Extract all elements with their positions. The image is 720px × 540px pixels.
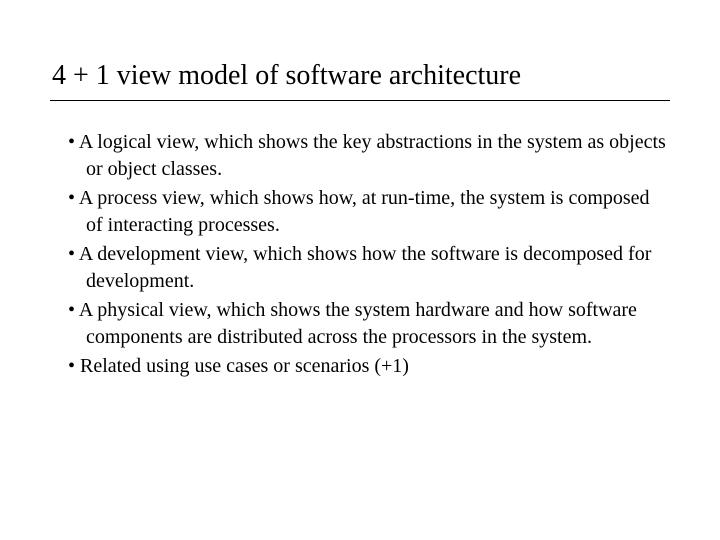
title-underline — [50, 100, 670, 101]
slide-title: 4 + 1 view model of software architectur… — [50, 60, 670, 92]
list-item: A process view, which shows how, at run-… — [68, 185, 670, 239]
list-item: A logical view, which shows the key abst… — [68, 129, 670, 183]
list-item: Related using use cases or scenarios (+1… — [68, 353, 670, 380]
list-item: A physical view, which shows the system … — [68, 297, 670, 351]
list-item: A development view, which shows how the … — [68, 241, 670, 295]
bullet-list: A logical view, which shows the key abst… — [50, 129, 670, 380]
